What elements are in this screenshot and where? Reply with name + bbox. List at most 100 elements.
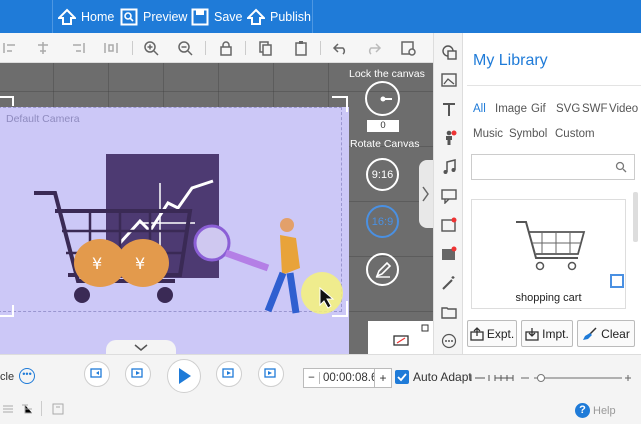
publish-label: Publish xyxy=(270,9,311,24)
library-search-input[interactable] xyxy=(471,154,635,180)
publish-button[interactable]: Publish xyxy=(247,0,311,33)
align-left-icon[interactable] xyxy=(2,40,18,56)
clear-button[interactable]: Clear xyxy=(577,320,635,347)
tab-gif[interactable]: Gif xyxy=(531,103,546,115)
divider xyxy=(245,41,246,55)
export-button[interactable]: Expt. xyxy=(467,320,517,347)
decrease-time-button[interactable]: − xyxy=(304,372,320,384)
next-frame-button[interactable] xyxy=(258,361,284,387)
step-forward-button[interactable] xyxy=(216,361,242,387)
divider xyxy=(132,41,133,55)
help-link[interactable]: ? Help xyxy=(575,403,616,418)
bookmark-icon[interactable] xyxy=(52,403,64,415)
timeline-zoom-slider[interactable] xyxy=(519,372,632,382)
asset-type-column xyxy=(433,33,463,354)
import-label: Impt. xyxy=(542,326,569,341)
import-button[interactable]: Impt. xyxy=(521,320,573,347)
align-center-icon[interactable] xyxy=(35,40,51,56)
undo-icon[interactable] xyxy=(332,40,348,56)
magnifier-handle xyxy=(224,249,270,272)
preview-icon xyxy=(120,8,138,25)
check-icon xyxy=(397,373,407,382)
divider xyxy=(52,0,53,33)
rotate-dial[interactable] xyxy=(365,81,400,116)
tab-all[interactable]: All xyxy=(473,103,486,115)
more-options-icon[interactable]: ••• xyxy=(19,368,35,384)
divider xyxy=(205,41,206,55)
speech-bubble-icon[interactable] xyxy=(441,188,457,205)
prev-frame-icon xyxy=(90,368,102,378)
dial-icon xyxy=(380,96,392,101)
svg-text:¥: ¥ xyxy=(92,254,102,273)
play-icon xyxy=(179,368,191,384)
home-icon xyxy=(58,8,76,25)
ratio-9-16-button[interactable]: 9:16 xyxy=(366,158,399,191)
timeline-zoom-out-icon[interactable] xyxy=(470,372,490,382)
redo-icon[interactable] xyxy=(366,40,382,56)
zoom-out-icon[interactable] xyxy=(177,40,193,56)
collapse-panel-tab[interactable] xyxy=(419,160,433,228)
canvas-area[interactable]: Default Camera ¥ ¥ Lock the canvas 0 Rot… xyxy=(0,63,433,354)
shopping-cart-thumbnail xyxy=(516,221,586,271)
preview-button[interactable]: Preview xyxy=(120,0,187,33)
home-button[interactable]: Home xyxy=(58,0,114,33)
help-label: Help xyxy=(593,404,616,417)
clear-label: Clear xyxy=(601,326,630,341)
left-fragment-label: cle xyxy=(0,371,15,383)
top-bar: Home Preview Save Publish xyxy=(0,0,641,33)
text-icon[interactable] xyxy=(441,101,457,117)
tab-video[interactable]: Video xyxy=(609,103,638,115)
save-button[interactable]: Save xyxy=(191,0,243,33)
lock-icon[interactable] xyxy=(218,40,234,56)
tab-music[interactable]: Music xyxy=(473,128,503,140)
tab-svg[interactable]: SVG xyxy=(556,103,580,115)
library-scrollbar[interactable] xyxy=(633,192,638,242)
person-head xyxy=(280,218,294,232)
tree-icon[interactable] xyxy=(20,403,34,415)
help-icon: ? xyxy=(575,403,590,418)
step-back-button[interactable] xyxy=(125,361,151,387)
maximize-icon[interactable] xyxy=(421,324,429,332)
folder-icon[interactable] xyxy=(441,304,457,320)
search-icon[interactable] xyxy=(615,161,627,173)
settings-icon[interactable] xyxy=(400,40,416,56)
previous-frame-button[interactable] xyxy=(84,361,110,387)
shape-icon[interactable] xyxy=(441,44,457,60)
copy-icon[interactable] xyxy=(257,40,273,56)
auto-adapt-label: Auto Adapt xyxy=(413,370,472,384)
publish-icon xyxy=(247,8,265,25)
divider xyxy=(41,401,42,416)
play-button[interactable] xyxy=(167,359,201,393)
background-icon[interactable] xyxy=(441,246,457,262)
collapse-timeline-tab[interactable] xyxy=(106,340,176,355)
tab-image[interactable]: Image xyxy=(495,103,527,115)
auto-adapt-checkbox[interactable] xyxy=(395,370,409,384)
image-icon[interactable] xyxy=(441,72,457,88)
tab-swf[interactable]: SWF xyxy=(582,103,608,115)
preview-label: Preview xyxy=(143,9,188,24)
tab-symbol[interactable]: Symbol xyxy=(509,128,547,140)
distribute-icon[interactable] xyxy=(103,40,119,56)
align-right-icon[interactable] xyxy=(70,40,86,56)
divider xyxy=(467,85,641,86)
divider xyxy=(312,0,313,33)
layer-icon[interactable] xyxy=(2,403,14,415)
rotate-value[interactable]: 0 xyxy=(367,120,399,132)
increase-time-button[interactable]: + xyxy=(374,368,392,388)
select-checkbox[interactable] xyxy=(610,274,624,288)
import-icon xyxy=(525,327,539,341)
thumbnail-panel[interactable] xyxy=(368,321,433,354)
more-icon[interactable] xyxy=(441,333,457,349)
timeline-zoom-in-icon[interactable] xyxy=(494,372,514,382)
zoom-in-icon[interactable] xyxy=(143,40,159,56)
step-back-icon xyxy=(131,368,143,378)
role-icon[interactable] xyxy=(441,130,457,146)
edit-canvas-button[interactable] xyxy=(366,253,399,286)
scene-icon[interactable] xyxy=(441,217,457,233)
music-icon[interactable] xyxy=(441,159,457,175)
tab-custom[interactable]: Custom xyxy=(555,128,595,140)
ratio-16-9-button[interactable]: 16:9 xyxy=(366,205,399,238)
paste-icon[interactable] xyxy=(293,40,309,56)
magic-wand-icon[interactable] xyxy=(441,275,457,291)
cart-wheel xyxy=(74,287,90,303)
